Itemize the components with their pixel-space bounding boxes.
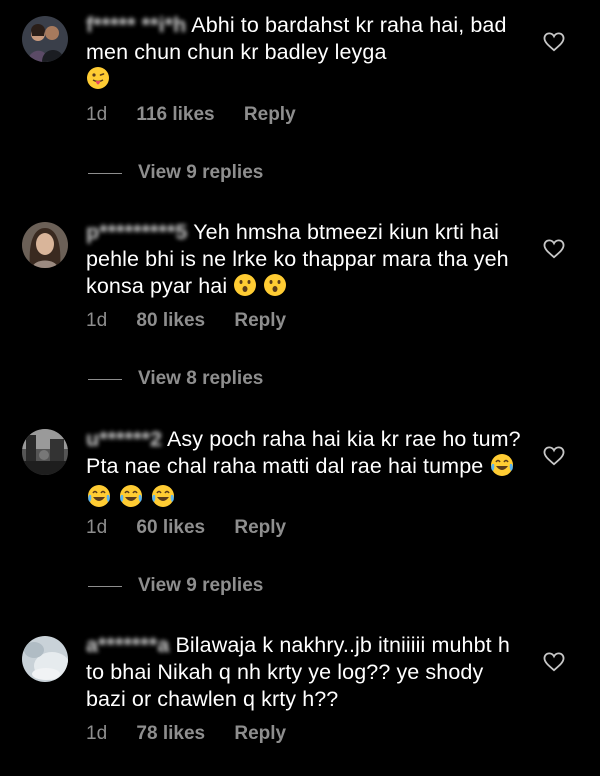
username[interactable]: f***** **i*h <box>86 13 186 37</box>
timestamp: 1d <box>86 104 108 125</box>
astonished-emoji <box>233 273 257 304</box>
view-replies-label: View 8 replies <box>138 368 264 389</box>
joy-emoji <box>86 484 112 515</box>
astonished-emoji <box>263 273 287 304</box>
avatar[interactable] <box>22 636 68 682</box>
comment-meta: 1d 78 likes Reply <box>86 723 286 745</box>
comment-text: u******2 Asy poch raha hai kia kr rae ho… <box>86 426 526 515</box>
like-heart-icon[interactable] <box>543 446 565 466</box>
view-replies-button[interactable]: View 9 replies <box>88 162 263 184</box>
like-heart-icon[interactable] <box>543 32 565 52</box>
comment-text: a*******a Bilawaja k nakhry..jb itniiiii… <box>86 632 526 713</box>
view-replies-label: View 9 replies <box>138 162 264 183</box>
divider-line <box>88 378 122 380</box>
view-replies-button[interactable]: View 8 replies <box>88 368 263 390</box>
avatar[interactable] <box>22 429 68 475</box>
joy-emoji <box>118 484 144 515</box>
likes-count[interactable]: 78 likes <box>136 723 205 745</box>
timestamp: 1d <box>86 517 108 538</box>
comment-meta: 1d 60 likes Reply <box>86 517 286 539</box>
joy-emoji <box>489 453 515 484</box>
comment-meta: 1d 80 likes Reply <box>86 310 286 332</box>
reply-button[interactable]: Reply <box>234 310 286 332</box>
divider-line <box>88 172 122 174</box>
likes-count[interactable]: 116 likes <box>136 104 214 126</box>
avatar[interactable] <box>22 16 68 62</box>
likes-count[interactable]: 60 likes <box>136 517 205 539</box>
comment-text: p*********5 Yeh hmsha btmeezi kiun krti … <box>86 219 526 304</box>
timestamp: 1d <box>86 310 108 331</box>
view-replies-button[interactable]: View 9 replies <box>88 575 263 597</box>
username[interactable]: u******2 <box>86 427 162 451</box>
reply-button[interactable]: Reply <box>234 723 286 745</box>
likes-count[interactable]: 80 likes <box>136 310 205 332</box>
comment-text: f***** **i*h Abhi to bardahst kr raha ha… <box>86 12 526 97</box>
comment-meta: 1d 116 likes Reply <box>86 104 296 126</box>
username[interactable]: a*******a <box>86 633 169 657</box>
joy-emoji <box>150 484 176 515</box>
view-replies-label: View 9 replies <box>138 575 264 596</box>
like-heart-icon[interactable] <box>543 239 565 259</box>
username[interactable]: p*********5 <box>86 220 188 244</box>
like-heart-icon[interactable] <box>543 652 565 672</box>
reply-button[interactable]: Reply <box>234 517 286 539</box>
avatar[interactable] <box>22 222 68 268</box>
tongue-face-emoji <box>86 66 110 97</box>
timestamp: 1d <box>86 723 108 744</box>
reply-button[interactable]: Reply <box>244 104 296 126</box>
divider-line <box>88 585 122 587</box>
